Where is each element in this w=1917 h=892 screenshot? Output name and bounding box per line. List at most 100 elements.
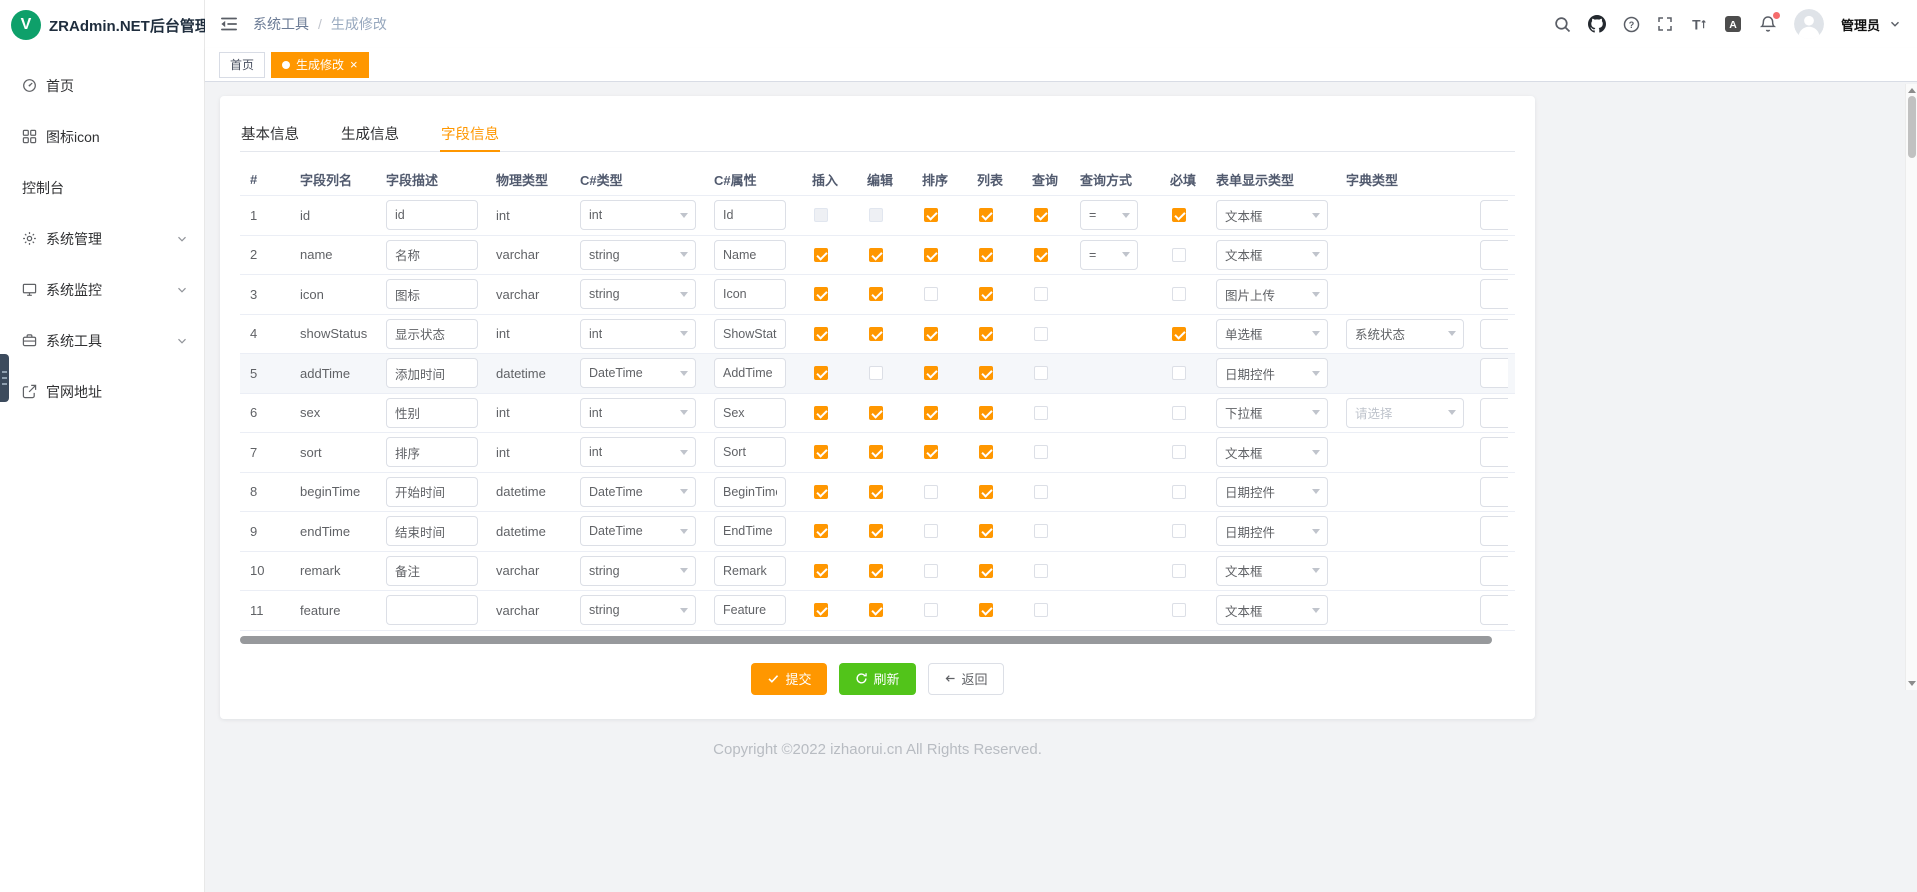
edit-checkbox[interactable] (869, 445, 883, 459)
fullscreen-icon[interactable] (1657, 16, 1673, 32)
query-type-select[interactable]: = (1080, 200, 1138, 230)
sort-checkbox[interactable] (924, 406, 938, 420)
required-checkbox[interactable] (1172, 445, 1186, 459)
required-checkbox[interactable] (1172, 524, 1186, 538)
insert-checkbox[interactable] (814, 524, 828, 538)
display-type-select[interactable]: 日期控件 (1216, 358, 1328, 388)
query-checkbox[interactable] (1034, 524, 1048, 538)
edit-checkbox[interactable] (869, 327, 883, 341)
font-size-icon[interactable]: T (1690, 16, 1707, 33)
insert-checkbox[interactable] (814, 445, 828, 459)
list-checkbox[interactable] (979, 603, 993, 617)
insert-checkbox[interactable] (814, 366, 828, 380)
breadcrumb-item[interactable]: 系统工具 (253, 14, 309, 34)
dict-type-select[interactable]: 请选择 (1346, 398, 1464, 428)
csharp-type-select[interactable]: string (580, 595, 696, 625)
insert-checkbox[interactable] (814, 564, 828, 578)
required-checkbox[interactable] (1172, 366, 1186, 380)
csharp-property-input[interactable] (714, 358, 786, 388)
column-description-input[interactable] (386, 398, 478, 428)
tag-active[interactable]: 生成修改 × (271, 52, 369, 78)
horizontal-scrollbar-thumb[interactable] (240, 636, 1492, 644)
sidebar-toggle-icon[interactable] (219, 14, 239, 34)
display-type-select[interactable]: 文本框 (1216, 437, 1328, 467)
settings-drawer-handle[interactable] (0, 354, 9, 402)
close-icon[interactable]: × (350, 58, 358, 71)
tab-gen-info[interactable]: 生成信息 (340, 116, 400, 151)
csharp-type-select[interactable]: string (580, 240, 696, 270)
vertical-scrollbar-thumb[interactable] (1908, 96, 1916, 158)
display-type-select[interactable]: 文本框 (1216, 240, 1328, 270)
display-type-select[interactable]: 日期控件 (1216, 516, 1328, 546)
column-description-input[interactable] (386, 200, 478, 230)
csharp-property-input[interactable] (714, 516, 786, 546)
edit-checkbox[interactable] (869, 366, 883, 380)
csharp-property-input[interactable] (714, 556, 786, 586)
sidebar-item-system-monitor[interactable]: 系统监控 (0, 264, 204, 315)
sidebar-item-system-admin[interactable]: 系统管理 (0, 213, 204, 264)
insert-checkbox[interactable] (814, 287, 828, 301)
csharp-type-select[interactable]: string (580, 279, 696, 309)
insert-checkbox[interactable] (814, 248, 828, 262)
submit-button[interactable]: 提交 (751, 663, 827, 695)
query-checkbox[interactable] (1034, 485, 1048, 499)
edit-checkbox[interactable] (869, 208, 883, 222)
tab-basic-info[interactable]: 基本信息 (240, 116, 300, 151)
query-checkbox[interactable] (1034, 406, 1048, 420)
tag-home[interactable]: 首页 (219, 52, 265, 78)
list-checkbox[interactable] (979, 406, 993, 420)
sort-checkbox[interactable] (924, 603, 938, 617)
display-type-select[interactable]: 日期控件 (1216, 477, 1328, 507)
query-checkbox[interactable] (1034, 248, 1048, 262)
username[interactable]: 管理员 (1841, 15, 1880, 34)
sort-checkbox[interactable] (924, 366, 938, 380)
sort-checkbox[interactable] (924, 485, 938, 499)
csharp-property-input[interactable] (714, 200, 786, 230)
list-checkbox[interactable] (979, 248, 993, 262)
csharp-type-select[interactable]: int (580, 319, 696, 349)
list-checkbox[interactable] (979, 485, 993, 499)
insert-checkbox[interactable] (814, 603, 828, 617)
clipped-next-column-input[interactable] (1480, 358, 1508, 388)
help-icon[interactable]: ? (1623, 16, 1640, 33)
refresh-button[interactable]: 刷新 (839, 663, 915, 695)
avatar[interactable] (1794, 9, 1824, 39)
column-description-input[interactable] (386, 595, 478, 625)
list-checkbox[interactable] (979, 366, 993, 380)
query-checkbox[interactable] (1034, 366, 1048, 380)
scroll-down-arrow[interactable] (1908, 681, 1916, 686)
csharp-type-select[interactable]: int (580, 437, 696, 467)
sidebar-item-console[interactable]: 控制台 (0, 162, 204, 213)
back-button[interactable]: 返回 (928, 663, 1004, 695)
query-checkbox[interactable] (1034, 208, 1048, 222)
csharp-property-input[interactable] (714, 240, 786, 270)
logo[interactable]: V ZRAdmin.NET后台管理 (0, 0, 204, 50)
edit-checkbox[interactable] (869, 485, 883, 499)
csharp-property-input[interactable] (714, 595, 786, 625)
sort-checkbox[interactable] (924, 327, 938, 341)
column-description-input[interactable] (386, 240, 478, 270)
clipped-next-column-input[interactable] (1480, 398, 1508, 428)
column-description-input[interactable] (386, 319, 478, 349)
query-type-select[interactable]: = (1080, 240, 1138, 270)
edit-checkbox[interactable] (869, 524, 883, 538)
csharp-type-select[interactable]: DateTime (580, 477, 696, 507)
clipped-next-column-input[interactable] (1480, 319, 1508, 349)
bell-icon[interactable] (1759, 15, 1777, 33)
dict-type-select[interactable]: 系统状态 (1346, 319, 1464, 349)
csharp-type-select[interactable]: DateTime (580, 516, 696, 546)
csharp-property-input[interactable] (714, 398, 786, 428)
column-description-input[interactable] (386, 358, 478, 388)
column-description-input[interactable] (386, 477, 478, 507)
translate-icon[interactable]: A (1724, 15, 1742, 33)
csharp-type-select[interactable]: string (580, 556, 696, 586)
csharp-type-select[interactable]: int (580, 398, 696, 428)
github-icon[interactable] (1588, 15, 1606, 33)
chevron-down-icon[interactable] (1889, 18, 1901, 30)
insert-checkbox[interactable] (814, 406, 828, 420)
edit-checkbox[interactable] (869, 406, 883, 420)
display-type-select[interactable]: 文本框 (1216, 595, 1328, 625)
edit-checkbox[interactable] (869, 603, 883, 617)
query-checkbox[interactable] (1034, 287, 1048, 301)
csharp-property-input[interactable] (714, 437, 786, 467)
